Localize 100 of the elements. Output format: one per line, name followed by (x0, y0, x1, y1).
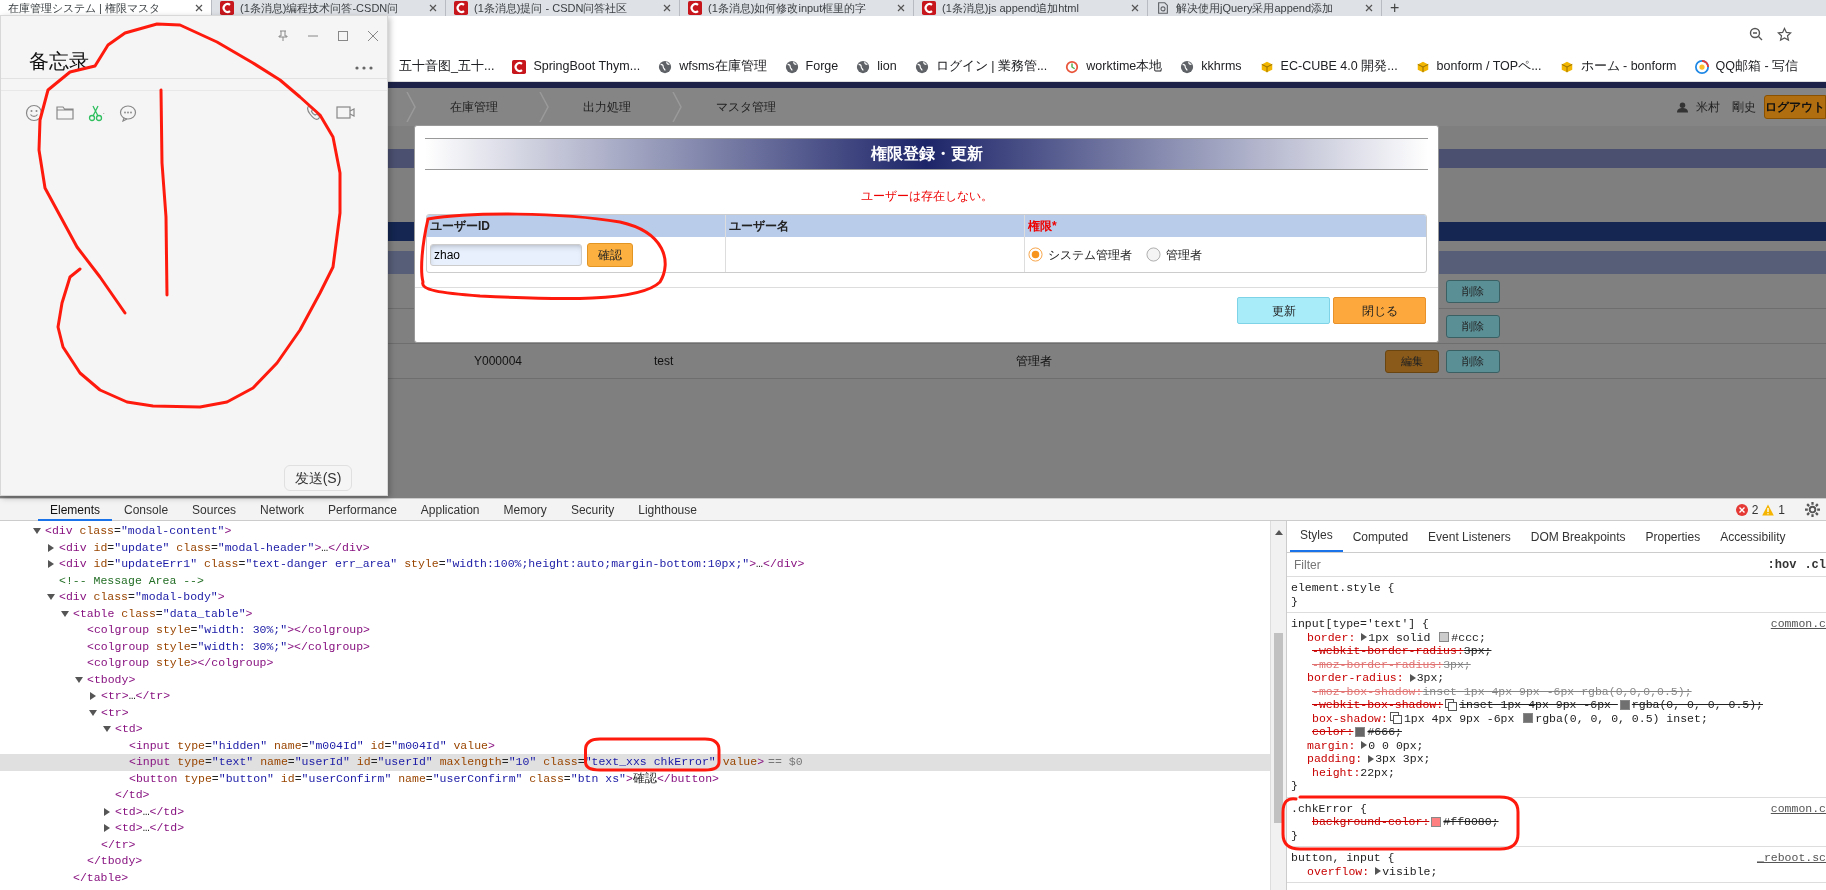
collapsed-arrow-icon[interactable] (103, 824, 111, 833)
expand-arrow-icon[interactable] (1374, 867, 1383, 876)
dom-row[interactable]: <td>…</td> (0, 803, 1270, 820)
browser-tab[interactable]: 在庫管理システム | 権限マスタ (0, 0, 212, 16)
collapsed-arrow-icon[interactable] (103, 807, 111, 816)
expanded-arrow-icon[interactable] (103, 725, 111, 734)
dom-row[interactable]: <colgroup style></colgroup> (0, 655, 1270, 672)
close-icon[interactable] (367, 30, 379, 42)
collapsed-arrow-icon[interactable] (47, 543, 55, 552)
close-icon[interactable] (1131, 4, 1139, 12)
bookmark[interactable]: Forge (777, 57, 846, 76)
maximize-icon[interactable] (337, 30, 349, 42)
dom-row[interactable]: <div id="updateErr1" class="text-danger err_area" style="width:100%;height:auto;margin-bottom:10px;">…</div> (0, 556, 1270, 573)
nav-link[interactable]: 出力処理 (583, 98, 631, 116)
star-icon[interactable] (1777, 26, 1792, 42)
update-button[interactable]: 更新 (1237, 297, 1330, 324)
devtools-tab[interactable]: Console (112, 498, 181, 521)
chat-bubble-icon[interactable] (119, 104, 137, 122)
smiley-icon[interactable] (25, 104, 43, 122)
devtools-tab[interactable]: Network (248, 498, 317, 521)
bookmark[interactable]: ホーム - bonform (1552, 57, 1684, 76)
bookmark[interactable]: QQ邮箱 - 写信 (1687, 57, 1806, 76)
nav-link[interactable]: マスタ管理 (716, 98, 776, 116)
dom-row[interactable]: <td>…</td> (0, 820, 1270, 837)
expand-arrow-icon[interactable] (1408, 673, 1417, 682)
dom-row[interactable]: <td> (0, 721, 1270, 738)
bookmark[interactable]: kkhrms (1173, 57, 1249, 76)
dom-row[interactable]: <tr>…</tr> (0, 688, 1270, 705)
scroll-up-icon[interactable] (1274, 529, 1283, 535)
scrollbar-thumb[interactable] (1274, 633, 1283, 823)
dom-row[interactable]: <!-- Message Area --> (0, 572, 1270, 589)
new-tab-button[interactable]: + (1390, 0, 1400, 16)
bookmark[interactable]: 五十音图_五十... (392, 57, 502, 76)
devtools-tab[interactable]: Sources (180, 498, 249, 521)
delete-button[interactable]: 削除 (1446, 279, 1500, 303)
dom-row[interactable]: <div id="update" class="modal-header">…</div> (0, 539, 1270, 556)
logout-button[interactable]: ログアウト (1764, 95, 1826, 119)
dom-row[interactable]: <input type="text" name="userId" id="userId" maxlength="10" class="text_xxs chkError" value> == $0 (0, 754, 1270, 771)
styles-tab[interactable]: Computed (1342, 528, 1419, 552)
close-icon[interactable] (897, 4, 905, 12)
expand-arrow-icon[interactable] (1360, 633, 1369, 642)
close-icon[interactable] (195, 4, 203, 12)
bookmark[interactable]: ログイン | 業務管... (907, 57, 1055, 76)
dom-row[interactable]: <table class="data_table"> (0, 605, 1270, 622)
bookmark[interactable]: SpringBoot Thym... (505, 57, 648, 76)
collapsed-arrow-icon[interactable] (47, 560, 55, 569)
bookmark[interactable]: worktime本地 (1058, 57, 1170, 76)
send-button[interactable]: 发送(S) (284, 465, 352, 491)
source-link[interactable]: common.c (1770, 801, 1826, 815)
dom-row[interactable]: <div class="modal-content"> (0, 523, 1270, 540)
radio-button[interactable] (1028, 247, 1043, 262)
bookmark[interactable]: bonform / TOPペ... (1408, 57, 1549, 76)
shadow-editor-icon[interactable] (1445, 698, 1458, 711)
nav-link[interactable]: 在庫管理 (450, 98, 498, 116)
devtools-tab[interactable]: Elements (38, 498, 113, 521)
close-icon[interactable] (429, 4, 437, 12)
folder-icon[interactable] (56, 104, 74, 122)
bookmark[interactable]: wfsms在庫管理 (651, 57, 774, 76)
expanded-arrow-icon[interactable] (89, 708, 97, 717)
devtools-tab[interactable]: Performance (316, 498, 409, 521)
source-link[interactable]: _reboot.sc (1757, 851, 1826, 865)
phone-icon[interactable] (306, 104, 322, 120)
dom-row[interactable]: <tr> (0, 704, 1270, 721)
styles-tab[interactable]: Event Listeners (1418, 528, 1521, 552)
more-icon[interactable] (355, 66, 373, 70)
dom-row[interactable]: <colgroup style="width: 30%;"></colgroup> (0, 622, 1270, 639)
close-icon[interactable] (663, 4, 671, 12)
video-camera-icon[interactable] (336, 104, 355, 120)
source-link[interactable]: common.c (1770, 617, 1826, 631)
color-swatch[interactable] (1431, 816, 1442, 827)
bookmark[interactable]: lion (849, 57, 904, 76)
expanded-arrow-icon[interactable] (61, 609, 69, 618)
expanded-arrow-icon[interactable] (75, 675, 83, 684)
expanded-arrow-icon[interactable] (47, 593, 55, 602)
color-swatch[interactable] (1523, 713, 1534, 724)
color-swatch[interactable] (1355, 726, 1366, 737)
styles-tab[interactable]: DOM Breakpoints (1520, 528, 1636, 552)
settings-icon[interactable] (1805, 502, 1820, 517)
dom-row[interactable]: <input type="hidden" name="m004Id" id="m004Id" value> (0, 737, 1270, 754)
color-swatch[interactable] (1619, 699, 1630, 710)
close-icon[interactable] (1365, 4, 1373, 12)
styles-tab[interactable]: Accessibility (1710, 528, 1796, 552)
dom-row[interactable]: <colgroup style="width: 30%;"></colgroup> (0, 638, 1270, 655)
dom-row[interactable]: <button type="button" id="userConfirm" name="userConfirm" class="btn xs">確認</button> (0, 770, 1270, 787)
dom-row[interactable]: <tbody> (0, 671, 1270, 688)
confirm-button[interactable]: 確認 (587, 242, 633, 267)
close-button[interactable]: 閉じる (1333, 297, 1426, 324)
radio-button[interactable] (1146, 247, 1161, 262)
devtools-tab[interactable]: Application (408, 498, 492, 521)
styles-tab[interactable]: Styles (1290, 526, 1343, 552)
devtools-tab[interactable]: Memory (491, 498, 559, 521)
collapsed-arrow-icon[interactable] (89, 692, 97, 701)
delete-button[interactable]: 削除 (1446, 314, 1500, 338)
color-swatch[interactable] (1439, 632, 1450, 643)
expanded-arrow-icon[interactable] (33, 527, 41, 536)
class-toggle[interactable]: .cl (1804, 555, 1826, 574)
shadow-editor-icon[interactable] (1389, 712, 1402, 725)
devtools-tab[interactable]: Security (558, 498, 627, 521)
delete-button[interactable]: 削除 (1446, 349, 1500, 373)
devtools-tab[interactable]: Lighthouse (626, 498, 709, 521)
